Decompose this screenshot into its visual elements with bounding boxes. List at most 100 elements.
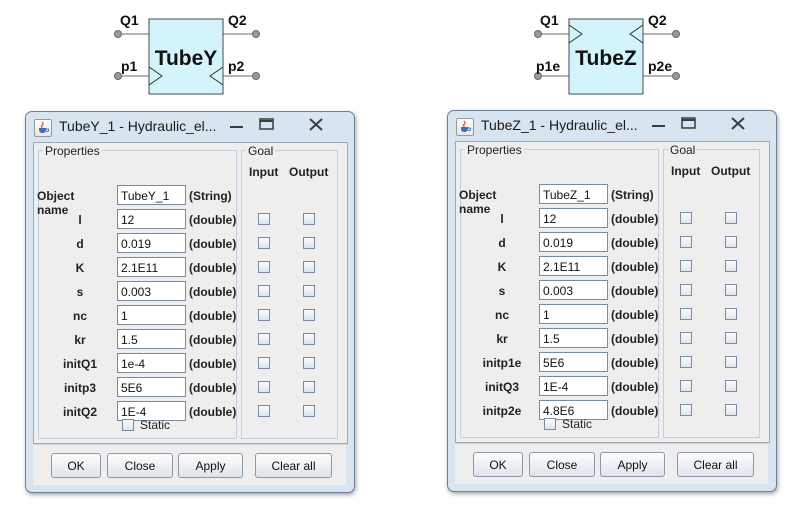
goal-input-checkbox[interactable] — [680, 260, 692, 272]
goal-input-checkbox[interactable] — [258, 261, 270, 273]
goal-input-checkbox[interactable] — [680, 380, 692, 392]
goal-input-checkbox[interactable] — [258, 381, 270, 393]
prop-value-field[interactable] — [539, 256, 608, 276]
apply-button[interactable]: Apply — [600, 452, 665, 477]
prop-value-field[interactable] — [539, 376, 608, 396]
port-q2 — [252, 30, 260, 38]
goal-output-checkbox[interactable] — [303, 381, 315, 393]
clear-all-button[interactable]: Clear all — [255, 453, 332, 478]
close-dialog-button[interactable]: Close — [107, 453, 173, 478]
minimize-button[interactable] — [224, 116, 249, 133]
prop-value-field[interactable] — [539, 184, 608, 204]
static-checkbox[interactable] — [122, 419, 134, 431]
prop-value-field[interactable] — [117, 281, 186, 301]
static-checkbox[interactable] — [544, 418, 556, 430]
port-label-q1: Q1 — [540, 12, 559, 28]
goal-output-checkbox[interactable] — [303, 261, 315, 273]
goal-output-checkbox[interactable] — [303, 405, 315, 417]
prop-label: d — [76, 237, 84, 251]
prop-value-field[interactable] — [539, 208, 608, 228]
close-button[interactable] — [720, 115, 756, 132]
prop-label: initQ1 — [62, 357, 97, 371]
goal-output-checkbox[interactable] — [303, 237, 315, 249]
clear-all-button[interactable]: Clear all — [677, 452, 754, 477]
prop-type: (double) — [189, 357, 237, 371]
prop-label: s — [76, 285, 84, 299]
prop-value-field[interactable] — [117, 377, 186, 397]
prop-value-field[interactable] — [539, 328, 608, 348]
goal-output-checkbox[interactable] — [725, 332, 737, 344]
goal-input-checkbox[interactable] — [258, 237, 270, 249]
prop-type: (double) — [611, 308, 659, 322]
goal-output-checkbox[interactable] — [725, 260, 737, 272]
goal-input-checkbox[interactable] — [258, 405, 270, 417]
prop-value-field[interactable] — [117, 353, 186, 373]
prop-type: (double) — [189, 237, 237, 251]
goal-input-checkbox[interactable] — [258, 309, 270, 321]
prop-value-field[interactable] — [117, 329, 186, 349]
prop-label: kr — [74, 333, 86, 347]
goal-input-checkbox[interactable] — [680, 284, 692, 296]
minimize-icon — [652, 125, 665, 127]
goal-output-checkbox[interactable] — [303, 333, 315, 345]
title-bar[interactable]: TubeZ_1 - Hydraulic_el... — [448, 111, 776, 139]
prop-type: (double) — [611, 236, 659, 250]
goal-label: Goal — [668, 143, 698, 157]
goal-input-checkbox[interactable] — [680, 308, 692, 320]
goal-input-checkbox[interactable] — [680, 212, 692, 224]
maximize-button[interactable] — [254, 116, 279, 133]
port-p2e — [672, 72, 680, 80]
goal-label: Goal — [246, 144, 276, 158]
title-bar[interactable]: TubeY_1 - Hydraulic_el... — [26, 112, 354, 140]
properties-label: Properties — [43, 144, 102, 158]
goal-output-checkbox[interactable] — [303, 309, 315, 321]
close-button[interactable] — [298, 116, 334, 133]
window-title: TubeZ_1 - Hydraulic_el... — [481, 117, 638, 133]
goal-output-checkbox[interactable] — [725, 236, 737, 248]
minimize-button[interactable] — [646, 115, 671, 132]
ok-button[interactable]: OK — [51, 453, 101, 478]
prop-type: (double) — [611, 284, 659, 298]
java-cup-icon — [34, 119, 52, 137]
maximize-button[interactable] — [676, 115, 701, 132]
prop-value-field[interactable] — [539, 304, 608, 324]
goal-output-checkbox[interactable] — [725, 356, 737, 368]
apply-button[interactable]: Apply — [178, 453, 243, 478]
prop-type: (double) — [189, 213, 237, 227]
goal-input-checkbox[interactable] — [258, 333, 270, 345]
close-dialog-button[interactable]: Close — [529, 452, 595, 477]
prop-value-field[interactable] — [539, 280, 608, 300]
port-label-q2: Q2 — [648, 12, 667, 28]
goal-input-checkbox[interactable] — [258, 357, 270, 369]
port-label-p2e: p2e — [648, 58, 672, 74]
prop-value-field[interactable] — [117, 209, 186, 229]
goal-output-checkbox[interactable] — [725, 212, 737, 224]
goal-output-checkbox[interactable] — [725, 404, 737, 416]
goal-output-checkbox[interactable] — [303, 285, 315, 297]
prop-label: kr — [496, 332, 508, 346]
prop-value-field[interactable] — [117, 305, 186, 325]
goal-input-checkbox[interactable] — [680, 332, 692, 344]
goal-output-checkbox[interactable] — [725, 308, 737, 320]
prop-value-field[interactable] — [539, 352, 608, 372]
prop-value-field[interactable] — [117, 233, 186, 253]
prop-type: (String) — [611, 188, 654, 202]
goal-output-checkbox[interactable] — [725, 284, 737, 296]
goal-input-checkbox[interactable] — [258, 213, 270, 225]
goal-input-checkbox[interactable] — [680, 236, 692, 248]
static-label: Static — [562, 417, 593, 431]
close-icon — [309, 118, 323, 131]
goal-input-checkbox[interactable] — [258, 285, 270, 297]
properties-label: Properties — [465, 143, 524, 157]
prop-value-field[interactable] — [117, 185, 186, 205]
goal-output-checkbox[interactable] — [303, 213, 315, 225]
prop-value-field[interactable] — [117, 257, 186, 277]
goal-output-checkbox[interactable] — [303, 357, 315, 369]
prop-type: (double) — [189, 285, 237, 299]
prop-value-field[interactable] — [539, 232, 608, 252]
goal-input-checkbox[interactable] — [680, 404, 692, 416]
goal-input-checkbox[interactable] — [680, 356, 692, 368]
goal-group — [241, 150, 338, 439]
goal-output-checkbox[interactable] — [725, 380, 737, 392]
ok-button[interactable]: OK — [473, 452, 523, 477]
